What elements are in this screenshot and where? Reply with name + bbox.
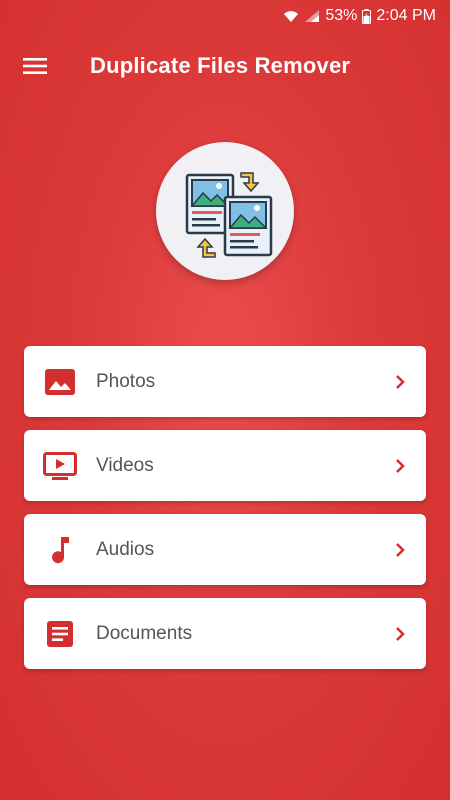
app-logo — [156, 142, 294, 280]
audios-card[interactable]: Audios — [24, 514, 426, 585]
menu-icon — [23, 58, 47, 74]
image-icon — [24, 346, 96, 417]
wifi-icon — [283, 9, 299, 23]
battery-icon — [362, 8, 372, 24]
clock: 2:04 PM — [376, 7, 436, 24]
signal-icon — [304, 9, 320, 23]
video-icon — [24, 430, 96, 501]
chevron-right-icon — [374, 430, 426, 501]
duplicate-images-swap-icon — [185, 172, 273, 258]
videos-card[interactable]: Videos — [24, 430, 426, 501]
chevron-right-icon — [374, 514, 426, 585]
audios-label: Audios — [96, 538, 155, 560]
music-note-icon — [24, 514, 96, 585]
chevron-right-icon — [374, 598, 426, 669]
documents-card[interactable]: Documents — [24, 598, 426, 669]
battery-text: 53% — [325, 7, 358, 24]
documents-label: Documents — [96, 622, 193, 644]
status-bar: 53% 2:04 PM — [0, 0, 450, 32]
app-bar: Duplicate Files Remover — [0, 32, 450, 100]
videos-label: Videos — [96, 454, 154, 476]
menu-button[interactable] — [0, 32, 70, 100]
app-title: Duplicate Files Remover — [90, 53, 351, 78]
category-list: Photos Videos Audios Documents — [24, 346, 426, 682]
document-icon — [24, 598, 96, 669]
photos-card[interactable]: Photos — [24, 346, 426, 417]
photos-label: Photos — [96, 370, 156, 392]
chevron-right-icon — [374, 346, 426, 417]
